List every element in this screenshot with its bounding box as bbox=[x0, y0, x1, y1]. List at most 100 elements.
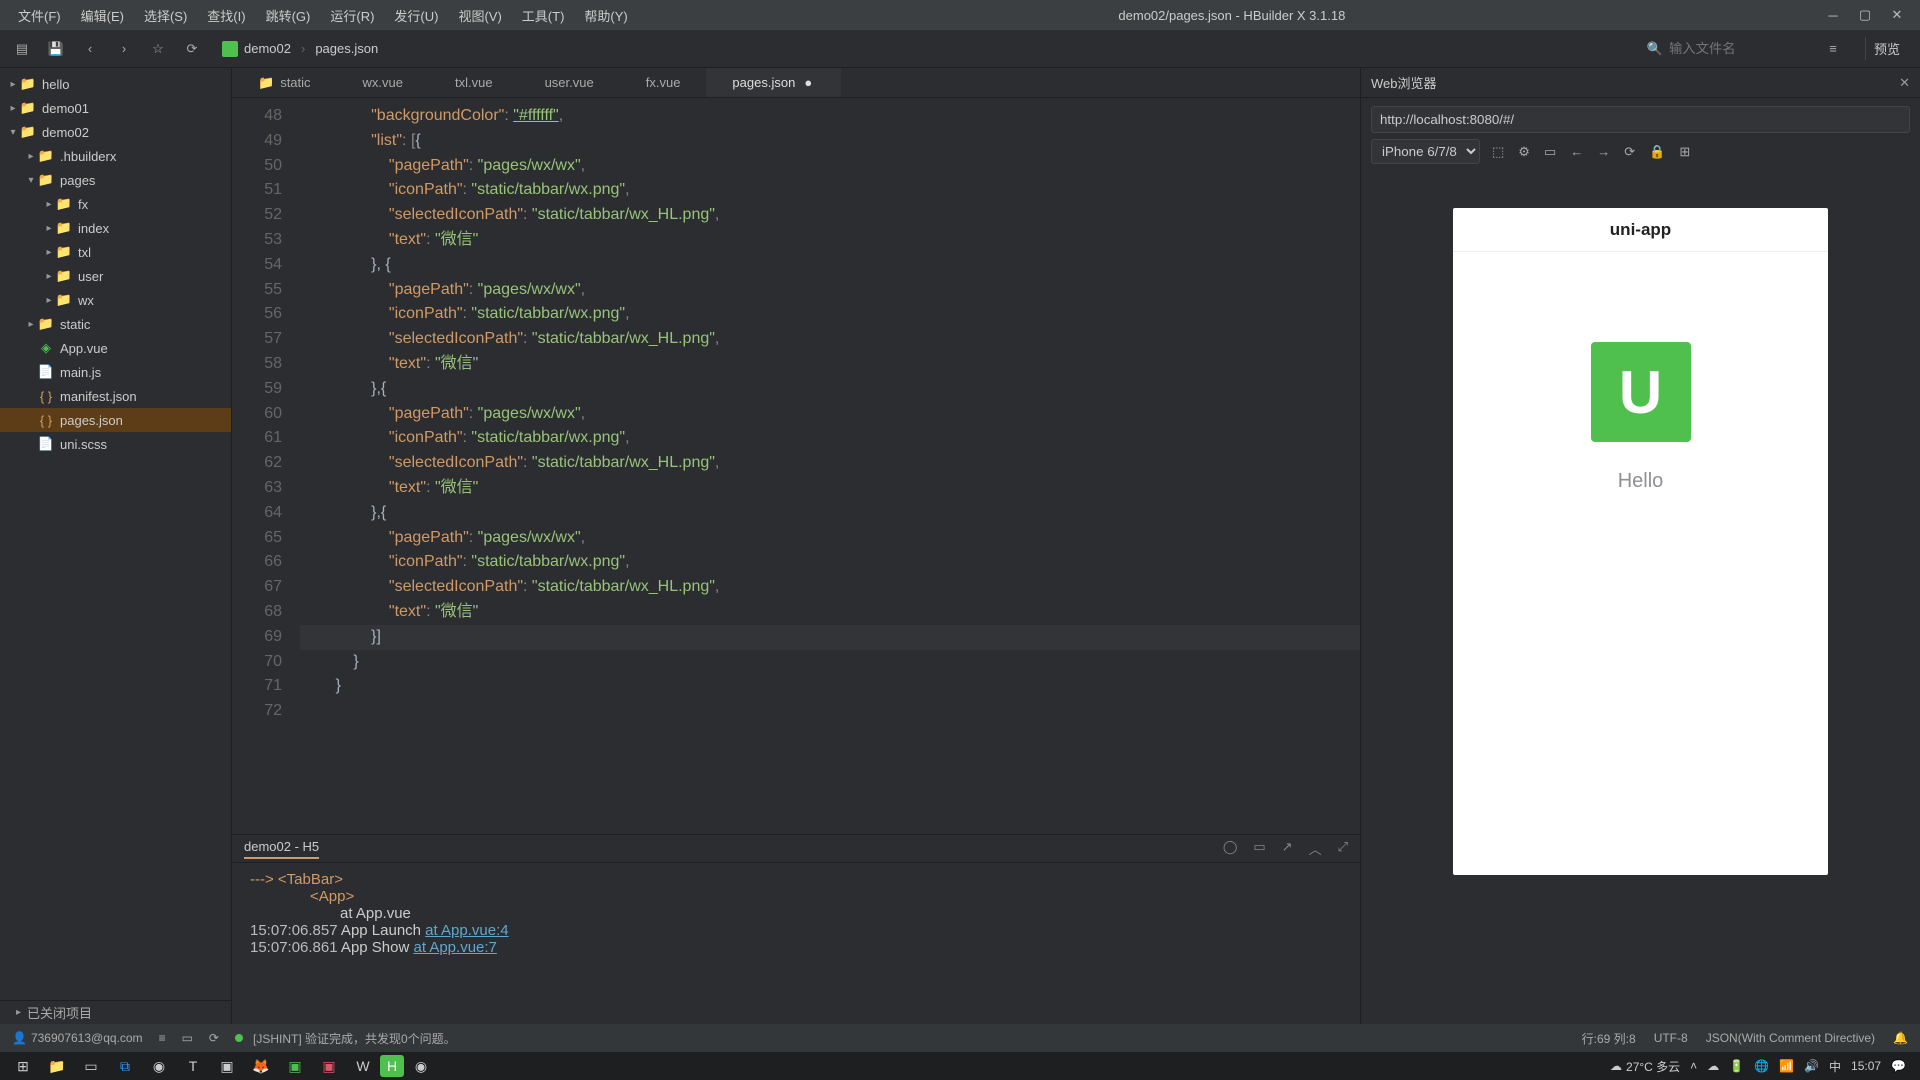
tree-node[interactable]: ▾📁demo02 bbox=[0, 120, 231, 144]
tray-cloud-icon[interactable]: ☁ bbox=[1707, 1059, 1719, 1073]
tree-node[interactable]: ▸📁fx bbox=[0, 192, 231, 216]
filter-icon[interactable]: ≡ bbox=[1823, 39, 1843, 59]
stop-icon[interactable]: ◯ bbox=[1223, 839, 1238, 858]
status-sync-icon[interactable]: ⟳ bbox=[209, 1031, 219, 1045]
editor-tab[interactable]: 📁static bbox=[232, 68, 337, 97]
code-editor[interactable]: 4849505152535455565758596061626364656667… bbox=[232, 98, 1360, 834]
terminal-icon[interactable]: ▭ bbox=[1253, 839, 1265, 858]
tree-node[interactable]: ▾📁pages bbox=[0, 168, 231, 192]
notifications-icon[interactable]: 💬 bbox=[1891, 1059, 1906, 1073]
phone-preview[interactable]: uni-app U Hello bbox=[1453, 208, 1828, 875]
menu-item[interactable]: 编辑(E) bbox=[71, 6, 134, 25]
browser-forward-icon[interactable]: → bbox=[1595, 142, 1612, 161]
grid-icon[interactable]: ⊞ bbox=[1677, 142, 1692, 162]
editor-tab[interactable]: wx.vue bbox=[337, 68, 429, 97]
close-icon[interactable]: ✕ bbox=[1890, 8, 1904, 22]
tree-node[interactable]: ▸📁static bbox=[0, 312, 231, 336]
breadcrumb-file[interactable]: pages.json bbox=[315, 41, 378, 56]
nav-forward-icon[interactable]: › bbox=[114, 39, 134, 59]
nav-back-icon[interactable]: ‹ bbox=[80, 39, 100, 59]
code-content[interactable]: "backgroundColor": "#ffffff", "list": [{… bbox=[292, 98, 1360, 834]
chrome-icon[interactable]: ◉ bbox=[142, 1053, 176, 1079]
menu-item[interactable]: 发行(U) bbox=[384, 6, 448, 25]
menu-item[interactable]: 查找(I) bbox=[197, 6, 255, 25]
user-icon[interactable]: 👤 736907613@qq.com bbox=[12, 1031, 143, 1045]
status-terminal-icon[interactable]: ▭ bbox=[182, 1031, 193, 1045]
menu-item[interactable]: 运行(R) bbox=[320, 6, 384, 25]
task-app-2-icon[interactable]: T bbox=[176, 1053, 210, 1079]
ime-indicator[interactable]: 中 bbox=[1829, 1058, 1841, 1075]
browser-reload-icon[interactable]: ⟳ bbox=[1622, 142, 1637, 162]
browser-back-icon[interactable]: ← bbox=[1568, 142, 1585, 161]
tree-node[interactable]: 📄uni.scss bbox=[0, 432, 231, 456]
tree-node[interactable]: { }manifest.json bbox=[0, 384, 231, 408]
browser-close-icon[interactable]: ✕ bbox=[1899, 75, 1910, 91]
encoding[interactable]: UTF-8 bbox=[1654, 1031, 1688, 1045]
console-tab[interactable]: demo02 - H5 bbox=[244, 839, 319, 859]
new-file-icon[interactable]: ▤ bbox=[12, 39, 32, 59]
tree-node[interactable]: ▸📁.hbuilderx bbox=[0, 144, 231, 168]
firefox-icon[interactable]: 🦊 bbox=[244, 1053, 278, 1079]
device-select[interactable]: iPhone 6/7/8 bbox=[1371, 139, 1480, 164]
menu-item[interactable]: 视图(V) bbox=[448, 6, 511, 25]
lock-icon[interactable]: 🔒 bbox=[1647, 142, 1667, 162]
file-explorer[interactable]: ▸📁hello▸📁demo01▾📁demo02▸📁.hbuilderx▾📁pag… bbox=[0, 68, 232, 1000]
tray-battery-icon[interactable]: 🔋 bbox=[1729, 1059, 1744, 1073]
task-app-1-icon[interactable]: ▭ bbox=[74, 1053, 108, 1079]
export-icon[interactable]: ↗ bbox=[1282, 839, 1293, 858]
explorer-icon[interactable]: 📁 bbox=[40, 1053, 74, 1079]
clock[interactable]: 15:07 bbox=[1851, 1059, 1881, 1073]
task-app-3-icon[interactable]: ▣ bbox=[210, 1053, 244, 1079]
url-input[interactable] bbox=[1371, 106, 1910, 133]
editor-tab[interactable]: pages.json● bbox=[706, 68, 841, 97]
editor-tab[interactable]: fx.vue bbox=[620, 68, 707, 97]
tree-node[interactable]: ▸📁demo01 bbox=[0, 96, 231, 120]
open-window-icon[interactable]: ▭ bbox=[1542, 142, 1558, 162]
tree-node[interactable]: ▸📁txl bbox=[0, 240, 231, 264]
preview-button[interactable]: 预览 bbox=[1865, 37, 1908, 60]
notification-icon[interactable]: 🔔 bbox=[1893, 1031, 1908, 1045]
console-output[interactable]: ---> <TabBar><App>at App.vue15:07:06.857… bbox=[232, 863, 1360, 1024]
tray-volume-icon[interactable]: 🔊 bbox=[1804, 1059, 1819, 1073]
start-icon[interactable]: ⊞ bbox=[6, 1053, 40, 1079]
favorite-icon[interactable]: ☆ bbox=[148, 39, 168, 59]
source-link[interactable]: at App.vue:4 bbox=[425, 922, 508, 939]
tree-node[interactable]: ◈App.vue bbox=[0, 336, 231, 360]
vscode-icon[interactable]: ⧉ bbox=[108, 1053, 142, 1079]
task-app-4-icon[interactable]: ▣ bbox=[278, 1053, 312, 1079]
collapse-up-icon[interactable]: ︿ bbox=[1309, 839, 1322, 858]
inspect-icon[interactable]: ⬚ bbox=[1490, 142, 1506, 162]
breadcrumb-project[interactable]: demo02 bbox=[222, 41, 291, 57]
closed-projects[interactable]: ▸已关闭项目 bbox=[0, 1000, 231, 1024]
refresh-icon[interactable]: ⟳ bbox=[182, 39, 202, 59]
source-link[interactable]: at App.vue:7 bbox=[413, 939, 496, 956]
task-app-6-icon[interactable]: W bbox=[346, 1053, 380, 1079]
tray-chevron-icon[interactable]: ˄ bbox=[1690, 1059, 1697, 1073]
tray-wifi-icon[interactable]: 📶 bbox=[1779, 1059, 1794, 1073]
task-app-7-icon[interactable]: ◉ bbox=[404, 1053, 438, 1079]
save-icon[interactable]: 💾 bbox=[46, 39, 66, 59]
tree-node[interactable]: 📄main.js bbox=[0, 360, 231, 384]
language-mode[interactable]: JSON(With Comment Directive) bbox=[1706, 1031, 1875, 1045]
task-app-5-icon[interactable]: ▣ bbox=[312, 1053, 346, 1079]
editor-tab[interactable]: txl.vue bbox=[429, 68, 519, 97]
editor-tab[interactable]: user.vue bbox=[519, 68, 620, 97]
console-toggle-icon[interactable]: ⚙ bbox=[1516, 142, 1532, 162]
close-panel-icon[interactable]: ⤢ bbox=[1338, 839, 1348, 858]
menu-item[interactable]: 跳转(G) bbox=[256, 6, 321, 25]
file-search-input[interactable] bbox=[1669, 41, 1809, 56]
tray-network-icon[interactable]: 🌐 bbox=[1754, 1059, 1769, 1073]
status-list-icon[interactable]: ≡ bbox=[159, 1031, 166, 1045]
tree-node[interactable]: ▸📁wx bbox=[0, 288, 231, 312]
weather-widget[interactable]: ☁ 27°C 多云 bbox=[1610, 1058, 1680, 1075]
menu-item[interactable]: 工具(T) bbox=[512, 6, 575, 25]
menu-item[interactable]: 帮助(Y) bbox=[574, 6, 637, 25]
minimize-icon[interactable]: ─ bbox=[1826, 8, 1840, 22]
tree-node[interactable]: ▸📁hello bbox=[0, 72, 231, 96]
menu-item[interactable]: 文件(F) bbox=[8, 6, 71, 25]
menu-item[interactable]: 选择(S) bbox=[134, 6, 197, 25]
hbuilder-icon[interactable]: H bbox=[380, 1055, 404, 1077]
tree-node[interactable]: ▸📁user bbox=[0, 264, 231, 288]
maximize-icon[interactable]: ▢ bbox=[1858, 8, 1872, 22]
tree-node[interactable]: { }pages.json bbox=[0, 408, 231, 432]
